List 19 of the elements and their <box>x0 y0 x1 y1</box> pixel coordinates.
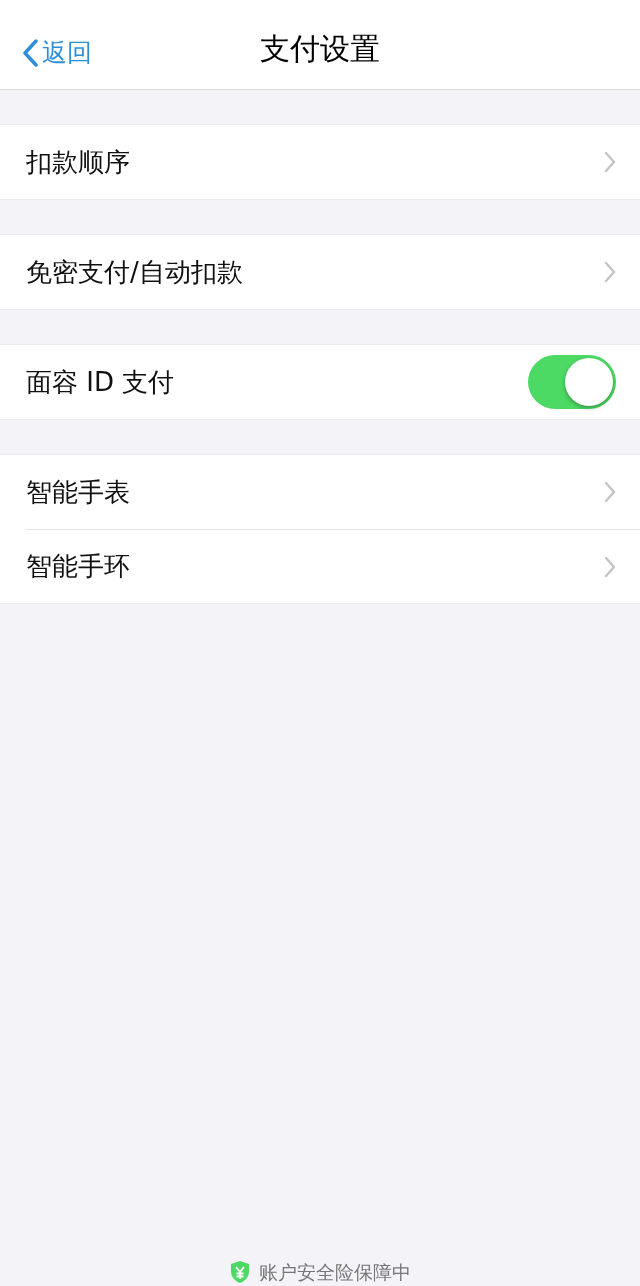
row-label: 智能手环 <box>26 550 131 583</box>
toggle-switch[interactable] <box>528 355 616 409</box>
back-button[interactable]: 返回 <box>22 34 92 72</box>
chevron-icon <box>604 261 616 283</box>
row-label: 扣款顺序 <box>26 145 131 179</box>
settings-row[interactable]: 扣款顺序 <box>26 125 640 199</box>
row-label: 免密支付/自动扣款 <box>26 255 244 289</box>
row-label: 面容 ID 支付 <box>26 365 176 399</box>
chevron-icon <box>604 555 616 578</box>
row-label: 智能手表 <box>26 475 131 509</box>
settings-row[interactable]: 智能手表 <box>26 455 640 529</box>
footer-text: 账户安全险保障中 <box>259 1261 411 1283</box>
chevron-icon <box>604 481 616 503</box>
back-chevron-icon <box>22 38 38 67</box>
shield-icon <box>229 1260 251 1284</box>
page-title: 支付设置 <box>260 30 380 68</box>
settings-row[interactable]: 免密支付/自动扣款 <box>26 235 640 309</box>
chevron-icon <box>604 151 616 173</box>
settings-row[interactable]: 智能手环 <box>26 529 640 603</box>
